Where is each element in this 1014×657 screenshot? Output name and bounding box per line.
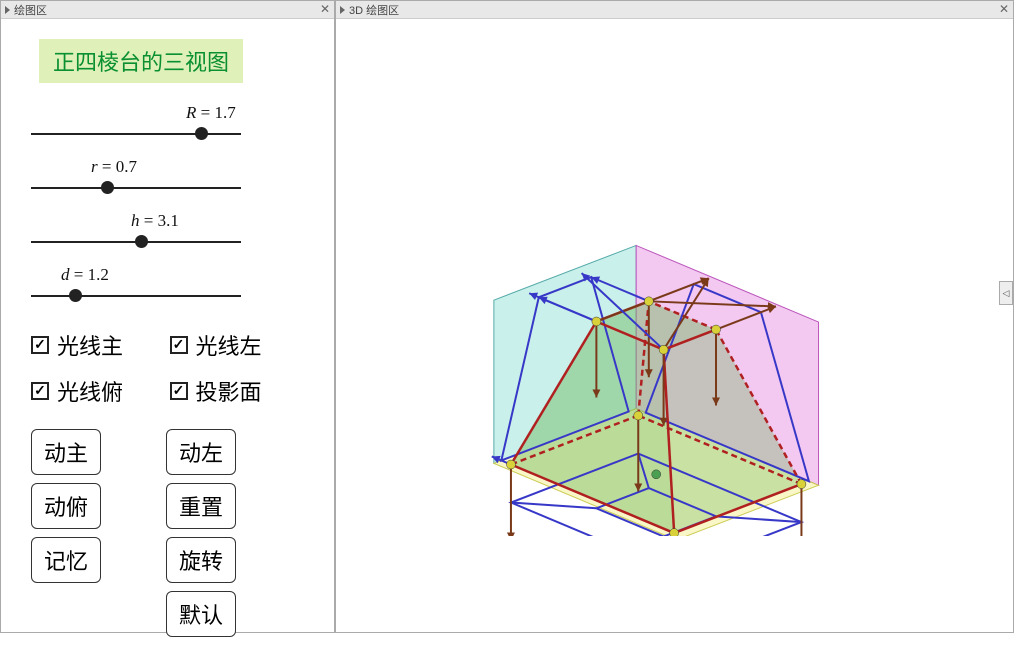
slider-thumb[interactable] [195, 127, 208, 140]
slider-label: d = 1.2 [61, 265, 304, 285]
vertex-dot [669, 528, 678, 535]
main-title: 正四棱台的三视图 [39, 39, 243, 83]
left-content: 正四棱台的三视图 R = 1.7 r = 0.7 h = 3.1 d = 1.2 ✓ 光… [1, 19, 334, 657]
btn-anim-main[interactable]: 动主 [31, 429, 101, 475]
vertex-dot [711, 325, 720, 334]
slider-r: r = 0.7 [31, 157, 304, 197]
slider-track[interactable] [31, 125, 241, 143]
vertex-dot [506, 460, 515, 469]
button-grid: 动主 动左 动俯 重置 记忆 旋转 默认 [31, 429, 304, 637]
left-panel-title: 绘图区 [14, 2, 47, 18]
vertex-dot [796, 479, 805, 488]
checkbox-label: 投影面 [196, 375, 262, 407]
checkbox-2[interactable]: ✓ 光线俯 [31, 375, 166, 407]
vertex-dot [633, 411, 642, 420]
vertex-dot [591, 316, 600, 325]
btn-default[interactable]: 默认 [166, 591, 236, 637]
3d-scene[interactable] [336, 19, 1013, 632]
slider-h: h = 3.1 [31, 211, 304, 251]
slider-R: R = 1.7 [31, 103, 304, 143]
close-icon[interactable]: ✕ [320, 2, 330, 16]
btn-memory[interactable]: 记忆 [31, 537, 101, 583]
left-panel: 绘图区 ✕ 正四棱台的三视图 R = 1.7 r = 0.7 h = 3.1 d = … [0, 0, 335, 633]
side-expand-tab[interactable]: ◁ [999, 281, 1013, 305]
checkbox-1[interactable]: ✓ 光线左 [170, 329, 305, 361]
slider-label: R = 1.7 [186, 103, 304, 123]
close-icon[interactable]: ✕ [999, 2, 1009, 16]
slider-track[interactable] [31, 287, 241, 305]
checkbox-3[interactable]: ✓ 投影面 [170, 375, 305, 407]
arrow-head [506, 532, 514, 535]
slider-track[interactable] [31, 179, 241, 197]
checkbox-0[interactable]: ✓ 光线主 [31, 329, 166, 361]
right-panel: 3D 绘图区 ✕ ◁ [335, 0, 1014, 633]
checkbox-label: 光线左 [196, 329, 262, 361]
vertex-dot [651, 469, 660, 478]
left-panel-header: 绘图区 ✕ [1, 1, 334, 19]
slider-d: d = 1.2 [31, 265, 304, 305]
right-panel-header: 3D 绘图区 ✕ [336, 1, 1013, 19]
btn-anim-left[interactable]: 动左 [166, 429, 236, 475]
checkbox-label: 光线主 [57, 329, 123, 361]
vertex-dot [644, 296, 653, 305]
checkbox-icon: ✓ [31, 336, 49, 354]
btn-reset[interactable]: 重置 [166, 483, 236, 529]
slider-track[interactable] [31, 233, 241, 251]
slider-thumb[interactable] [69, 289, 82, 302]
checkbox-label: 光线俯 [57, 375, 123, 407]
btn-rotate[interactable]: 旋转 [166, 537, 236, 583]
slider-thumb[interactable] [101, 181, 114, 194]
collapse-icon[interactable] [340, 6, 345, 14]
slider-label: r = 0.7 [91, 157, 304, 177]
slider-label: h = 3.1 [131, 211, 304, 231]
slider-thumb[interactable] [135, 235, 148, 248]
collapse-icon[interactable] [5, 6, 10, 14]
btn-anim-top[interactable]: 动俯 [31, 483, 101, 529]
checkbox-icon: ✓ [170, 382, 188, 400]
checkbox-icon: ✓ [170, 336, 188, 354]
right-panel-title: 3D 绘图区 [349, 2, 399, 18]
checkbox-icon: ✓ [31, 382, 49, 400]
vertex-dot [659, 345, 668, 354]
